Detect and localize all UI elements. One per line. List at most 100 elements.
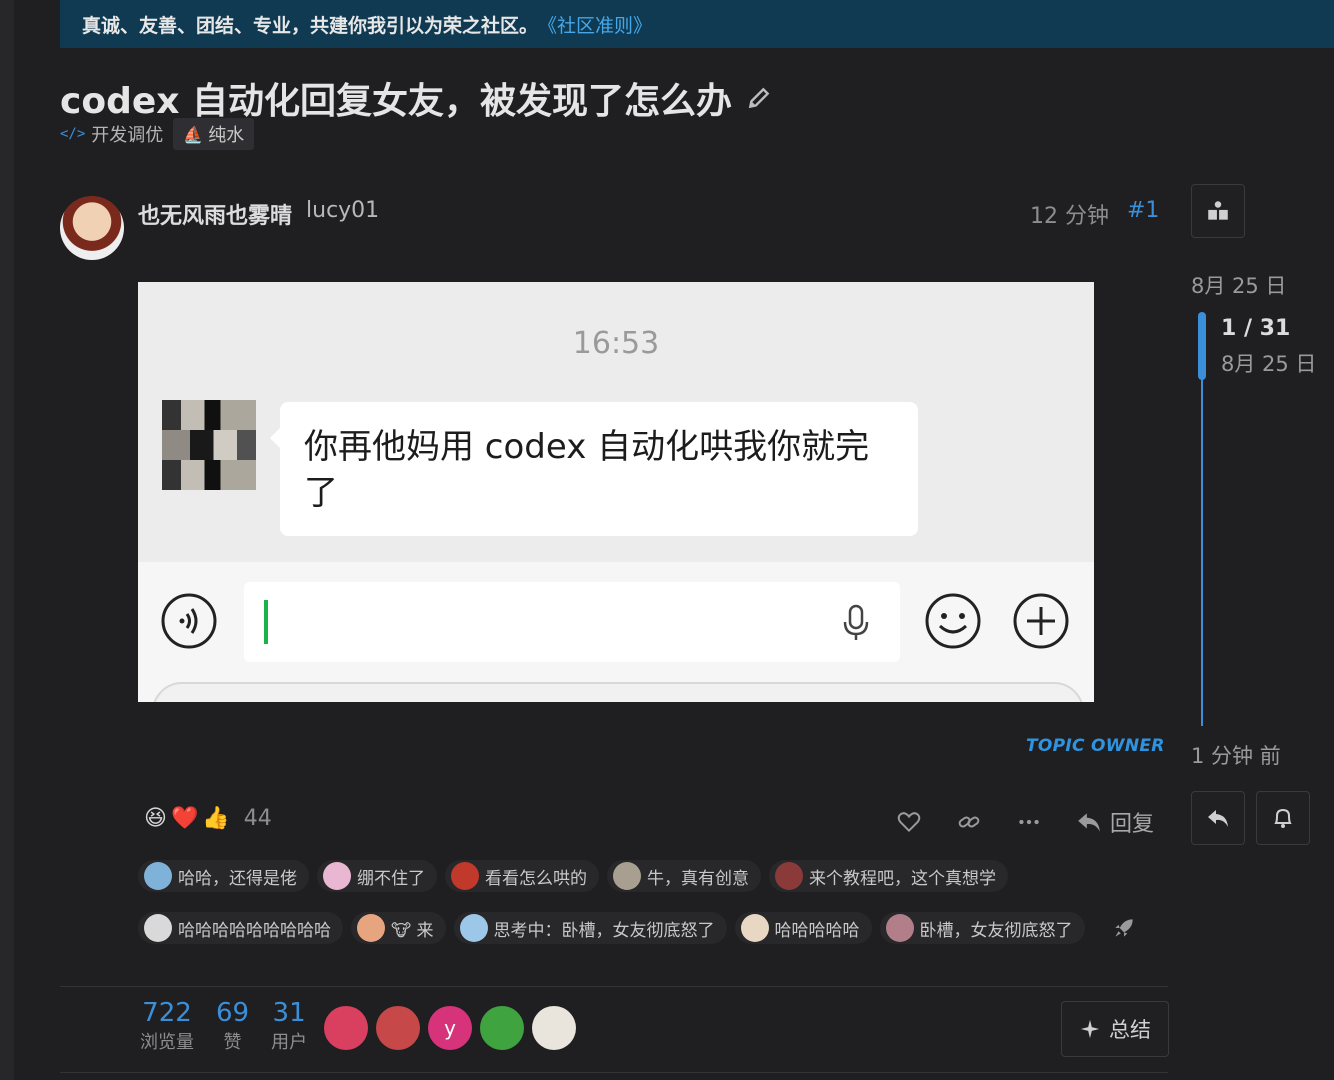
timeline-start-date[interactable]: 8月 25 日 xyxy=(1191,270,1286,300)
users-stat: 31 用户 xyxy=(271,998,307,1054)
views-label: 浏览量 xyxy=(140,1032,194,1053)
author-display-name[interactable]: 也无风雨也雾晴 xyxy=(138,198,292,230)
author-username[interactable]: lucy01 xyxy=(306,198,379,230)
topic-owner-badge: TOPIC OWNER xyxy=(1026,736,1165,756)
microphone-icon xyxy=(843,604,869,640)
edit-pencil-icon[interactable] xyxy=(746,85,772,111)
more-options-icon[interactable] xyxy=(1016,809,1042,835)
copy-link-icon[interactable] xyxy=(956,809,982,835)
reaction-chip[interactable]: 绷不住了 xyxy=(317,860,437,892)
reaction-chips-row-2: 哈哈哈哈哈哈哈哈哈 🐮 来 思考中：卧槽，女友彻底怒了 哈哈哈哈哈 卧槽，女友彻… xyxy=(138,912,1178,944)
post-meta: 12 分钟 #1 xyxy=(1030,198,1159,230)
divider-top xyxy=(60,986,1168,987)
like-heart-icon[interactable] xyxy=(896,809,922,835)
reaction-chips-row-1: 哈哈，还得是佬 绷不住了 看看怎么哄的 牛，真有创意 来个教程吧，这个真想学 xyxy=(138,860,1178,892)
chip-text: 思考中：卧槽，女友彻底怒了 xyxy=(493,920,715,941)
reaction-chip[interactable]: 卧槽，女友彻底怒了 xyxy=(879,912,1085,944)
reaction-chip[interactable]: 哈哈哈哈哈哈哈哈哈 xyxy=(138,912,343,944)
chip-avatar xyxy=(451,862,479,890)
emoji-icon xyxy=(925,593,981,649)
reaction-chip[interactable]: 牛，真有创意 xyxy=(607,860,761,892)
tag-pill[interactable]: ⛵ 纯水 xyxy=(173,118,255,150)
post-time[interactable]: 12 分钟 xyxy=(1030,198,1109,230)
participant-avatar[interactable]: y xyxy=(428,1006,472,1050)
views-value: 722 xyxy=(142,998,192,1028)
embedded-chat-screenshot[interactable]: 16:53 你再他妈用 codex 自动化哄我你就完了 xyxy=(138,282,1094,702)
chat-timestamp: 16:53 xyxy=(572,326,660,361)
boat-icon: ⛵ xyxy=(183,124,204,144)
likes-stat: 69 赞 xyxy=(216,998,249,1054)
participant-avatar[interactable] xyxy=(532,1006,576,1050)
chip-text: 哈哈哈哈哈 xyxy=(774,920,860,941)
topic-map-icon xyxy=(1208,201,1228,220)
chat-text-field xyxy=(244,582,900,662)
topic-tags: </> 开发调优 ⛵ 纯水 xyxy=(60,118,255,150)
left-edge xyxy=(0,0,14,1080)
plus-icon xyxy=(1013,593,1069,649)
reply-arrow-icon xyxy=(1078,813,1100,832)
timeline-position: 1 / 31 xyxy=(1221,316,1291,341)
rocket-icon[interactable] xyxy=(1111,915,1137,941)
chip-avatar xyxy=(885,914,914,942)
bell-icon xyxy=(1274,808,1292,828)
participant-avatar[interactable] xyxy=(480,1006,524,1050)
tag-label: 纯水 xyxy=(208,125,245,146)
topic-title-row: codex 自动化回复女友，被发现了怎么办 xyxy=(60,72,772,124)
reaction-chip[interactable]: 看看怎么哄的 xyxy=(445,860,599,892)
voice-icon xyxy=(161,593,217,649)
author-avatar[interactable] xyxy=(60,196,124,260)
reply-label: 回复 xyxy=(1110,812,1155,837)
chip-avatar xyxy=(323,862,351,890)
chip-text: 绷不住了 xyxy=(357,868,425,889)
text-caret xyxy=(264,600,268,644)
reply-arrow-icon xyxy=(1208,810,1228,827)
reaction-chip[interactable]: 哈哈哈哈哈 xyxy=(734,912,872,944)
chip-text: 哈哈，还得是佬 xyxy=(178,868,297,889)
reply-side-button[interactable] xyxy=(1191,791,1245,845)
participant-avatar[interactable] xyxy=(376,1006,420,1050)
thumbs-up-emoji-icon: 👍 xyxy=(202,806,230,831)
timeline-handle[interactable] xyxy=(1198,312,1206,380)
code-icon: </> xyxy=(60,126,86,142)
community-banner: 真诚、友善、团结、专业，共建你我引以为荣之社区。 《社区准则》 xyxy=(60,0,1334,48)
topic-stats: 722 浏览量 69 赞 31 用户 xyxy=(140,998,307,1054)
chip-text: 牛，真有创意 xyxy=(647,868,749,889)
reaction-chip[interactable]: 思考中：卧槽，女友彻底怒了 xyxy=(453,912,727,944)
chip-avatar xyxy=(775,862,803,890)
post-number[interactable]: #1 xyxy=(1127,198,1159,230)
reactions-summary[interactable]: 😆 ❤️ 👍 44 xyxy=(144,806,272,831)
pixelated-avatar xyxy=(162,400,256,490)
category-link[interactable]: </> 开发调优 xyxy=(60,121,163,147)
laugh-emoji-icon: 😆 xyxy=(144,806,167,831)
notification-button[interactable] xyxy=(1256,791,1310,845)
users-value: 31 xyxy=(272,998,306,1028)
reaction-chip[interactable]: 来个教程吧，这个真想学 xyxy=(769,860,1008,892)
summarize-button[interactable]: 总结 xyxy=(1061,1001,1169,1057)
timeline-end-date[interactable]: 1 分钟 前 xyxy=(1191,740,1281,770)
users-label: 用户 xyxy=(271,1032,308,1053)
category-label: 开发调优 xyxy=(91,125,164,146)
reply-button[interactable]: 回复 xyxy=(1076,806,1154,838)
guidelines-link[interactable]: 《社区准则》 xyxy=(538,11,652,38)
summarize-label: 总结 xyxy=(1109,1018,1151,1042)
reaction-chip[interactable]: 哈哈，还得是佬 xyxy=(138,860,309,892)
chip-avatar xyxy=(613,862,641,890)
topic-map-button[interactable] xyxy=(1191,184,1245,238)
divider-bottom xyxy=(60,1072,1168,1073)
sparkle-icon xyxy=(1080,1019,1100,1039)
heart-emoji-icon: ❤️ xyxy=(170,806,199,831)
post-actions: 回复 xyxy=(896,806,1154,838)
likes-value: 69 xyxy=(216,998,250,1028)
participants: y xyxy=(324,1006,576,1050)
topic-title: codex 自动化回复女友，被发现了怎么办 xyxy=(60,81,733,122)
chat-bubble: 你再他妈用 codex 自动化哄我你就完了 xyxy=(270,402,918,536)
participant-avatar[interactable] xyxy=(324,1006,368,1050)
reaction-chip[interactable]: 🐮 来 xyxy=(351,912,446,944)
chip-avatar xyxy=(740,914,769,942)
reactions-count: 44 xyxy=(243,806,272,831)
chip-text: 🐮 来 xyxy=(391,920,434,941)
chip-text: 看看怎么哄的 xyxy=(485,868,587,889)
banner-text: 真诚、友善、团结、专业，共建你我引以为荣之社区。 xyxy=(82,14,539,37)
chip-text: 卧槽，女友彻底怒了 xyxy=(919,920,1073,941)
chip-avatar xyxy=(144,862,172,890)
